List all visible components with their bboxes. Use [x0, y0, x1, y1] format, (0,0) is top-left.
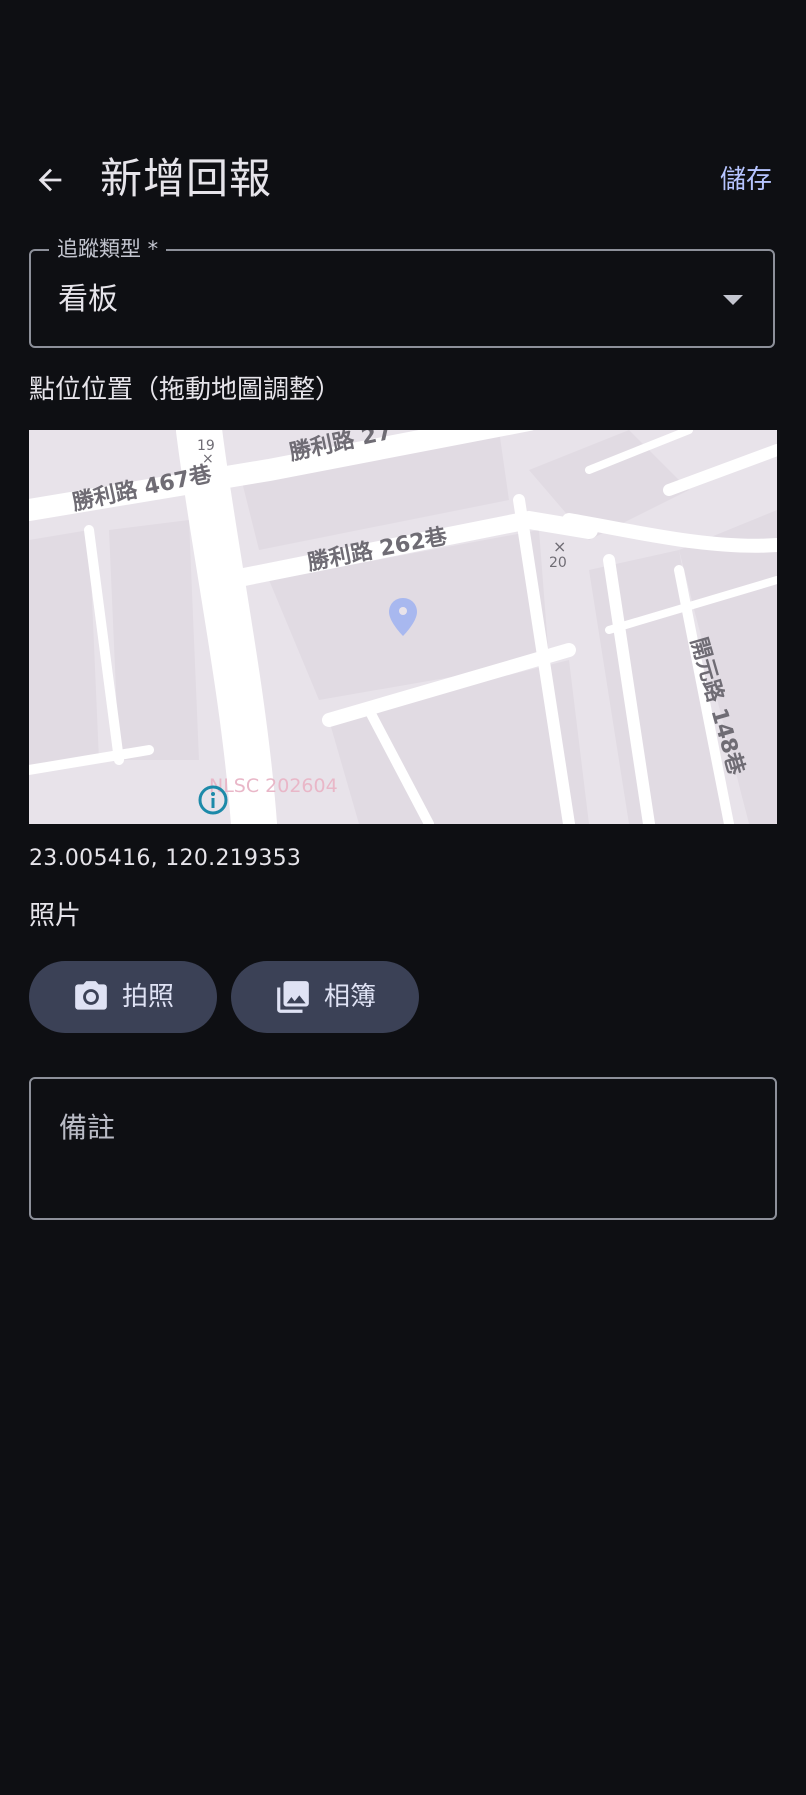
location-section-label: 點位位置（拖動地圖調整）: [29, 375, 342, 405]
gallery-button[interactable]: 相簿: [231, 961, 419, 1033]
map-marker-20: 20: [549, 555, 567, 571]
map-view[interactable]: 勝利路 467巷 勝利路 27 勝利路 262巷 開元路 148巷 19 × ×…: [29, 430, 777, 824]
camera-icon: [75, 981, 107, 1010]
tracking-type-value: 看板: [58, 282, 118, 317]
gallery-label: 相簿: [323, 982, 376, 1012]
tracking-type-dropdown[interactable]: 追蹤類型 * 看板: [29, 235, 775, 348]
screen: 新增回報 儲存 追蹤類型 * 看板 點位位置（拖動地圖調整） 勝利路 467巷 …: [0, 0, 806, 1795]
app-bar: 新增回報 儲存: [0, 120, 806, 236]
map-info-button[interactable]: [197, 784, 229, 816]
save-button[interactable]: 儲存: [720, 162, 772, 198]
tracking-type-label: 追蹤類型 *: [49, 235, 167, 263]
map-canvas: 勝利路 467巷 勝利路 27 勝利路 262巷 開元路 148巷 19 × ×…: [29, 430, 777, 824]
arrow-back-icon: [38, 168, 62, 192]
dropdown-arrow-icon: [723, 295, 743, 305]
coordinates-text: 23.005416, 120.219353: [29, 846, 302, 871]
notes-input[interactable]: 備註: [29, 1077, 777, 1220]
info-icon: [198, 785, 228, 815]
map-marker-20-x: ×: [553, 537, 566, 556]
photo-library-icon: [277, 981, 309, 1013]
map-marker-19-x: ×: [202, 451, 214, 467]
photos-section-label: 照片: [29, 901, 82, 931]
take-photo-button[interactable]: 拍照: [29, 961, 217, 1033]
notes-placeholder: 備註: [59, 1111, 116, 1144]
page-title: 新增回報: [100, 154, 273, 203]
back-button[interactable]: [22, 152, 78, 208]
take-photo-label: 拍照: [121, 982, 174, 1012]
